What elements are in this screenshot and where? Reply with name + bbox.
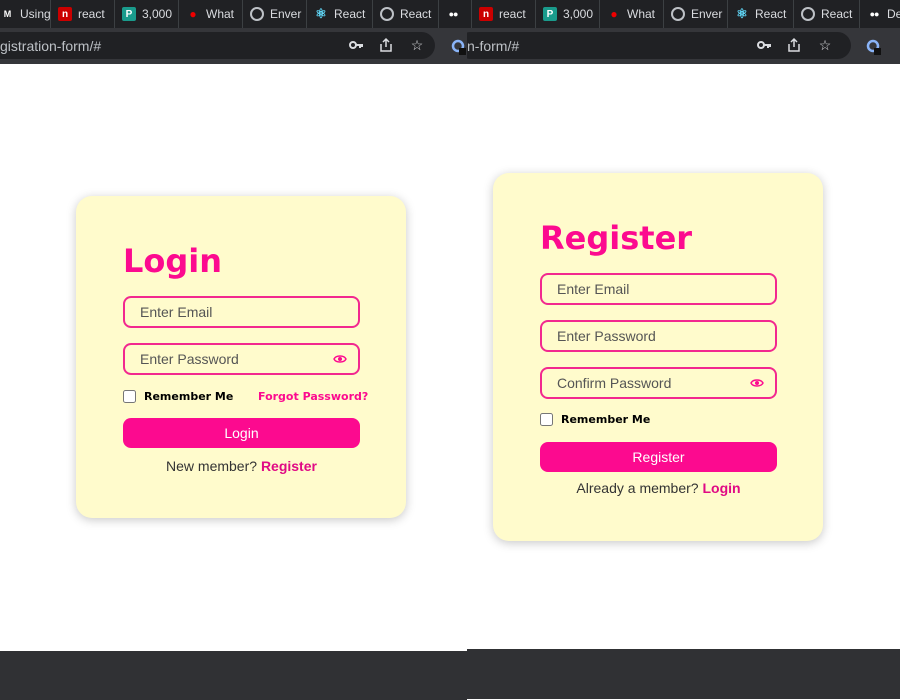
register-password-field[interactable] [540,320,777,352]
register-switch-text: Already a member? Login [540,480,777,496]
register-remember-row[interactable]: Remember Me [540,413,650,426]
page-content: Register Remember Me Register Already a … [467,64,900,651]
tab-partial[interactable]: ●● [438,0,467,28]
share-icon[interactable] [378,37,394,53]
url-text[interactable]: n-form/# [467,38,519,54]
tab-enver[interactable]: Enver [242,0,306,28]
tab-enver[interactable]: Enver [663,0,727,28]
tab-label: react [499,7,526,21]
npm-icon: n [58,7,72,21]
tab-using[interactable]: M Using [0,0,50,28]
taskbar [0,651,467,700]
p-icon: P [543,7,557,21]
tab-label: What [206,7,235,21]
share-icon[interactable] [786,37,802,53]
react-icon: ⚛ [315,6,327,21]
login-remember-row[interactable]: Remember Me [123,390,233,403]
key-icon[interactable] [756,37,772,53]
tab-label: What [627,7,656,21]
tab-de[interactable]: ●● De [859,0,900,28]
register-title: Register [540,219,693,257]
register-button[interactable]: Register [540,442,777,472]
tab-react-npm[interactable]: n react [50,0,114,28]
forgot-password-link[interactable]: Forgot Password? [258,390,368,403]
globe-icon [801,7,815,21]
tab-what[interactable]: ● What [599,0,663,28]
globe-icon [380,7,394,21]
register-confirm-field[interactable] [540,367,777,399]
tab-what[interactable]: ● What [178,0,242,28]
bookmark-star-icon[interactable]: ☆ [409,37,425,53]
taskbar [467,649,900,699]
medium-icon: M [3,9,12,19]
login-title: Login [123,242,223,280]
login-email-field[interactable] [123,296,360,328]
tab-3000[interactable]: P 3,000 [114,0,178,28]
key-icon[interactable] [348,37,364,53]
login-switch-prompt: New member? [166,458,258,474]
tab-label: react [78,7,105,21]
register-link[interactable]: Register [261,458,317,474]
login-email-input[interactable] [125,298,358,326]
redhat-icon: ● [189,7,197,21]
tab-label: Enver [270,7,302,21]
address-bar: n-form/# ☆ [467,28,900,64]
login-card: Login Remember Me Forgot Password? Login… [76,196,406,518]
url-field[interactable]: n-form/# ☆ [467,32,851,59]
tab-react-npm[interactable]: n react [471,0,535,28]
p-icon: P [122,7,136,21]
tab-react-2[interactable]: React [372,0,438,28]
login-remember-label: Remember Me [144,390,234,403]
medium-icon: ●● [448,9,459,19]
eye-icon[interactable] [333,353,347,365]
login-button[interactable]: Login [123,418,360,448]
register-switch-prompt: Already a member? [576,480,699,496]
login-link[interactable]: Login [702,480,740,496]
globe-icon [671,7,685,21]
react-icon: ⚛ [736,6,748,21]
address-bar: gistration-form/# ☆ [0,28,467,64]
tab-label: Enver [691,7,723,21]
register-remember-label: Remember Me [561,413,651,426]
medium-icon: ●● [869,9,880,19]
extension-icon[interactable] [865,38,883,56]
url-field[interactable]: gistration-form/# ☆ [0,32,435,59]
tab-label: 3,000 [563,7,594,21]
extension-icon[interactable] [450,38,467,56]
tab-label: React [334,7,366,21]
page-content: Login Remember Me Forgot Password? Login… [0,64,467,651]
tab-react[interactable]: ⚛ React [727,0,793,28]
tab-label: De [887,7,900,21]
tab-label: React [755,7,787,21]
login-switch-text: New member? Register [123,458,360,474]
eye-icon[interactable] [750,377,764,389]
register-email-input[interactable] [542,275,775,303]
tab-strip: n react P 3,000 ● What Enver ⚛ React Rea… [467,0,900,28]
tab-label: 3,000 [142,7,173,21]
redhat-icon: ● [610,7,618,21]
npm-icon: n [479,7,493,21]
register-remember-checkbox[interactable] [540,413,553,426]
right-browser-window: n react P 3,000 ● What Enver ⚛ React Rea… [467,0,900,700]
register-confirm-input[interactable] [542,369,775,397]
register-card: Register Remember Me Register Already a … [493,173,823,541]
login-remember-checkbox[interactable] [123,390,136,403]
tab-strip: M Using n react P 3,000 ● What Enver ⚛ R… [0,0,467,28]
tab-react[interactable]: ⚛ React [306,0,372,28]
tab-react-2[interactable]: React [793,0,859,28]
register-email-field[interactable] [540,273,777,305]
url-text[interactable]: gistration-form/# [0,38,101,54]
login-password-input[interactable] [125,345,358,373]
tab-label: Using [20,7,50,21]
tab-label: React [821,7,853,21]
globe-icon [250,7,264,21]
bookmark-star-icon[interactable]: ☆ [817,37,833,53]
register-password-input[interactable] [542,322,775,350]
login-password-field[interactable] [123,343,360,375]
tab-label: React [400,7,432,21]
tab-3000[interactable]: P 3,000 [535,0,599,28]
left-browser-window: M Using n react P 3,000 ● What Enver ⚛ R… [0,0,467,700]
